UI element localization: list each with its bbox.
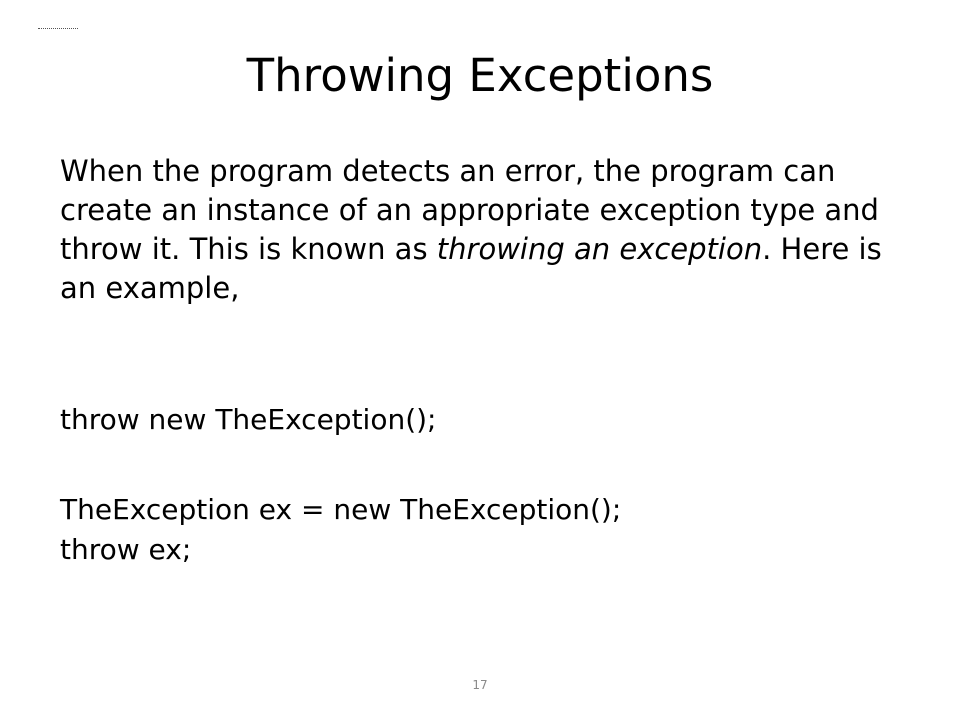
slide-title: Throwing Exceptions	[246, 49, 714, 102]
code-line-declare-exception: TheException ex = new TheException();	[60, 493, 622, 526]
slide: Throwing Exceptions When the program det…	[0, 0, 960, 720]
code-line-throw-ex: throw ex;	[60, 533, 192, 566]
body-emphasis: throwing an exception	[436, 232, 763, 266]
corner-marker	[38, 28, 78, 29]
page-number: 17	[472, 678, 488, 692]
body-paragraph: When the program detects an error, the p…	[60, 152, 910, 308]
code-line-throw-new: throw new TheException();	[60, 403, 437, 436]
